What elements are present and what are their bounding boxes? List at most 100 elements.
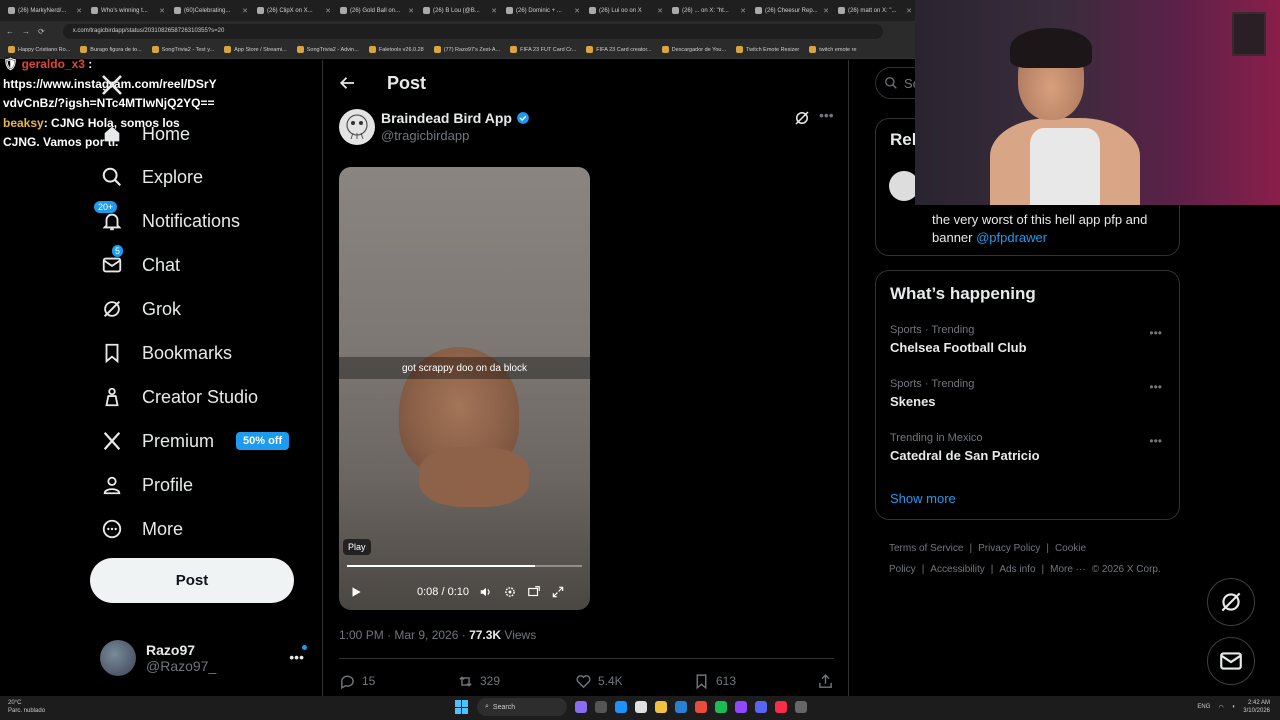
- bookmark-item[interactable]: Burago figura de to...: [80, 46, 142, 53]
- footer-link[interactable]: More ···: [1050, 564, 1086, 575]
- nav-explore[interactable]: Explore: [100, 161, 203, 193]
- file-explorer-icon[interactable]: [655, 701, 667, 713]
- bookmark-item[interactable]: Descargador de You...: [661, 46, 726, 53]
- back-arrow-icon[interactable]: [339, 74, 357, 92]
- edge-icon[interactable]: [615, 701, 627, 713]
- volume-icon[interactable]: [479, 585, 493, 599]
- volume-icon[interactable]: ◖: [1232, 704, 1236, 710]
- tray-lang[interactable]: ENG: [1197, 704, 1210, 710]
- reply-button[interactable]: 15: [339, 673, 457, 690]
- taskbar-search[interactable]: ⌕ Search: [477, 698, 567, 716]
- nav-chat[interactable]: 5 Chat: [100, 245, 180, 281]
- app-icon[interactable]: [795, 701, 807, 713]
- footer-link[interactable]: Privacy Policy: [978, 543, 1040, 554]
- close-icon[interactable]: ✕: [76, 7, 82, 15]
- trend-more-icon[interactable]: •••: [1149, 326, 1162, 340]
- grok-fab[interactable]: [1207, 578, 1255, 626]
- close-icon[interactable]: ✕: [740, 7, 746, 15]
- close-icon[interactable]: ✕: [574, 7, 580, 15]
- bookmark-item[interactable]: SongTrivia2 - Test y...: [151, 46, 214, 53]
- like-button[interactable]: 5.4K: [575, 673, 693, 690]
- grok-explain-icon[interactable]: [793, 109, 811, 127]
- close-icon[interactable]: ✕: [325, 7, 331, 15]
- video-player[interactable]: got scrappy doo on da block Play 0:08 / …: [339, 167, 590, 610]
- chrome-icon[interactable]: [695, 701, 707, 713]
- footer-link[interactable]: © 2026 X Corp.: [1092, 564, 1161, 575]
- post-timestamp[interactable]: 1:00 PM · Mar 9, 2026 ·: [339, 628, 469, 642]
- close-icon[interactable]: ✕: [657, 7, 663, 15]
- footer-link[interactable]: Ads info: [999, 564, 1035, 575]
- repost-button[interactable]: 329: [457, 673, 575, 690]
- task-view-icon[interactable]: [595, 701, 607, 713]
- browser-tab[interactable]: (26) matt on X: "... ✕: [834, 2, 916, 19]
- bookmark-item[interactable]: FIFA 23 FUT Card Cr...: [510, 46, 576, 53]
- trend-item[interactable]: Sports · Trending Skenes •••: [890, 378, 1170, 409]
- url-field[interactable]: x.com/tragicbirdapp/status/2031082658726…: [62, 23, 883, 39]
- nav-notifications[interactable]: 20+ Notifications: [94, 201, 240, 237]
- x-logo-icon[interactable]: [100, 73, 124, 97]
- share-button[interactable]: [817, 673, 834, 690]
- author-name-row[interactable]: Braindead Bird App: [381, 110, 530, 126]
- bookmark-item[interactable]: Happy Cristiano Ro...: [8, 46, 70, 53]
- browser-tab[interactable]: (26) Lui oo on X ✕: [585, 2, 667, 19]
- bookmark-item[interactable]: Twitch Emote Resizer: [736, 46, 799, 53]
- nav-grok[interactable]: Grok: [100, 293, 181, 325]
- post-button[interactable]: Post: [90, 558, 294, 603]
- reload-icon[interactable]: ⟳: [38, 27, 45, 36]
- browser-tab[interactable]: (26) Dominic + ... ✕: [502, 2, 584, 19]
- more-dots-icon[interactable]: •••: [289, 649, 304, 665]
- bio-link[interactable]: @pfpdrawer: [976, 230, 1047, 245]
- author-avatar[interactable]: [339, 109, 375, 145]
- nav-creator-studio[interactable]: Creator Studio: [100, 381, 258, 413]
- spotify-icon[interactable]: [715, 701, 727, 713]
- close-icon[interactable]: ✕: [408, 7, 414, 15]
- footer-link[interactable]: Accessibility: [930, 564, 984, 575]
- browser-tab[interactable]: Who's winning t... ✕: [87, 2, 169, 19]
- nav-profile[interactable]: Profile: [100, 469, 193, 501]
- browser-tab[interactable]: (26) ClipX on X... ✕: [253, 2, 335, 19]
- nav-more[interactable]: More: [100, 513, 183, 545]
- nav-bookmarks[interactable]: Bookmarks: [100, 337, 232, 369]
- nav-home[interactable]: Home: [100, 118, 190, 150]
- copilot-icon[interactable]: [575, 701, 587, 713]
- browser-tab[interactable]: (26) ... on X: "ht... ✕: [668, 2, 750, 19]
- browser-tab[interactable]: (26) Cheesur Rep... ✕: [751, 2, 833, 19]
- play-icon[interactable]: [349, 585, 363, 599]
- trend-more-icon[interactable]: •••: [1149, 380, 1162, 394]
- close-icon[interactable]: ✕: [159, 7, 165, 15]
- browser-tab[interactable]: (26) MarkyNerd/... ✕: [4, 2, 86, 19]
- windows-start-icon[interactable]: [455, 700, 469, 714]
- pip-icon[interactable]: [527, 585, 541, 599]
- author-handle[interactable]: @tragicbirdapp: [381, 128, 469, 143]
- browser-tab[interactable]: (26) Gold Ball on... ✕: [336, 2, 418, 19]
- weather-widget[interactable]: 20°C Parc. nublado: [8, 699, 45, 715]
- trend-more-icon[interactable]: •••: [1149, 434, 1162, 448]
- wifi-icon[interactable]: ◠: [1218, 704, 1223, 711]
- post-more-icon[interactable]: •••: [819, 107, 834, 123]
- settings-gear-icon[interactable]: [503, 585, 517, 599]
- fullscreen-icon[interactable]: [551, 585, 565, 599]
- close-icon[interactable]: ✕: [242, 7, 248, 15]
- store-icon[interactable]: [635, 701, 647, 713]
- forward-nav-icon[interactable]: →: [22, 27, 30, 36]
- close-icon[interactable]: ✕: [491, 7, 497, 15]
- close-icon[interactable]: ✕: [906, 7, 912, 15]
- mail-app-icon[interactable]: [675, 701, 687, 713]
- bookmark-item[interactable]: App Store / Streami...: [224, 46, 287, 53]
- taskbar-clock[interactable]: 2:42 AM 3/10/2026: [1243, 699, 1270, 715]
- bookmark-item[interactable]: twitch emote re: [809, 46, 857, 53]
- music-icon[interactable]: [775, 701, 787, 713]
- trend-item[interactable]: Sports · Trending Chelsea Football Club …: [890, 324, 1170, 355]
- video-progress-bar[interactable]: [347, 565, 582, 567]
- show-more-link[interactable]: Show more: [890, 491, 956, 506]
- bookmark-button[interactable]: 613: [693, 673, 811, 690]
- discord-icon[interactable]: [755, 701, 767, 713]
- footer-link[interactable]: Terms of Service: [889, 543, 963, 554]
- browser-tab[interactable]: (26) B Lou (@B... ✕: [419, 2, 501, 19]
- close-icon[interactable]: ✕: [823, 7, 829, 15]
- nav-premium[interactable]: Premium 50% off: [100, 425, 290, 457]
- bookmark-item[interactable]: Faletools v26.0.28: [368, 46, 424, 53]
- trend-item[interactable]: Trending in Mexico Catedral de San Patri…: [890, 432, 1170, 463]
- twitch-icon[interactable]: [735, 701, 747, 713]
- bookmark-item[interactable]: (77) Razo97's Zest-A...: [433, 46, 500, 53]
